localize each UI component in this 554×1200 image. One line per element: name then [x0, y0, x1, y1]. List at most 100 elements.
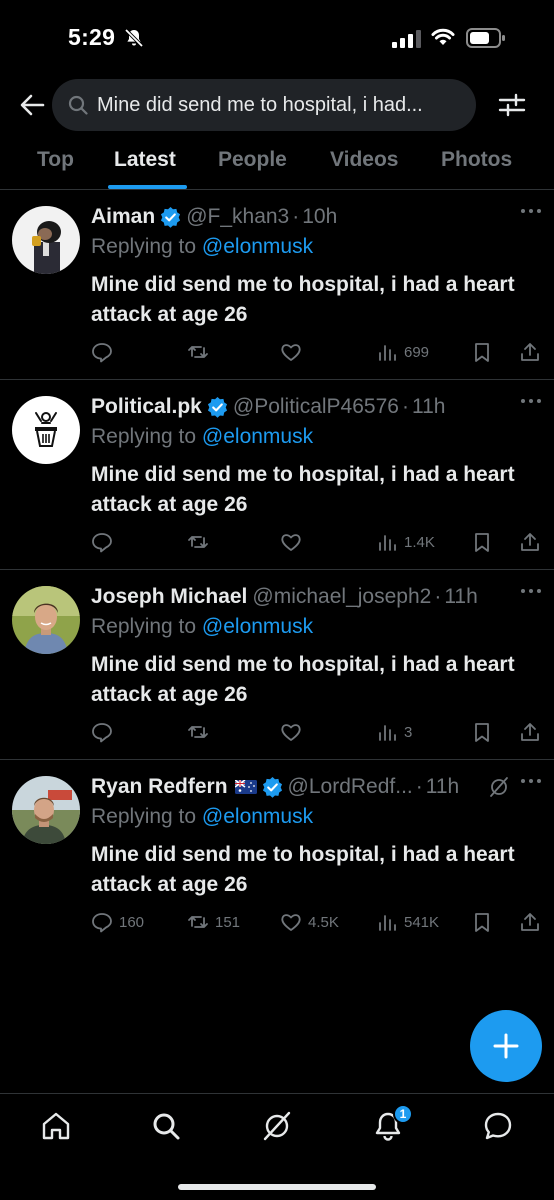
tweet[interactable]: Political.pk @PoliticalP46576 · 11h Repl… — [0, 380, 554, 570]
filter-sliders-icon[interactable] — [498, 92, 526, 118]
author-name[interactable]: Aiman — [91, 205, 155, 229]
replying-to-mention[interactable]: @elonmusk — [202, 235, 313, 258]
more-options-icon[interactable] — [519, 776, 543, 786]
avatar[interactable] — [12, 776, 80, 844]
battery-icon — [466, 28, 505, 48]
retweet-button[interactable] — [187, 340, 215, 364]
tweet-actions: 1.4K — [0, 530, 554, 556]
views-button[interactable]: 3 — [376, 720, 412, 744]
replying-to-mention[interactable]: @elonmusk — [202, 805, 313, 828]
bookmark-button[interactable] — [471, 720, 493, 744]
bookmark-button[interactable] — [471, 910, 493, 934]
heart-icon — [281, 344, 301, 361]
replying-to-mention[interactable]: @elonmusk — [202, 425, 313, 448]
bookmark-button[interactable] — [471, 340, 493, 364]
notification-badge: 1 — [393, 1104, 413, 1124]
tweet-text: Mine did send me to hospital, i had a he… — [91, 653, 515, 706]
reply-button[interactable] — [91, 720, 119, 744]
author-handle[interactable]: @michael_joseph2 — [252, 585, 431, 609]
views-chart-icon — [379, 725, 396, 741]
author-name[interactable]: Political.pk — [91, 395, 202, 419]
view-count: 1.4K — [404, 533, 435, 551]
reply-icon — [92, 533, 112, 553]
share-icon — [521, 913, 539, 931]
retweet-button[interactable] — [187, 720, 215, 744]
bookmark-button[interactable] — [471, 530, 493, 554]
retweet-button[interactable]: 151 — [187, 910, 240, 934]
share-icon — [521, 723, 539, 741]
reply-icon — [92, 343, 112, 363]
like-count: 4.5K — [308, 913, 339, 931]
author-name[interactable]: Ryan Redfern — [91, 775, 228, 799]
home-icon[interactable] — [40, 1110, 72, 1142]
tab-latest[interactable]: Latest — [114, 148, 176, 172]
tweet-time[interactable]: 11h — [412, 395, 445, 419]
tweet-time[interactable]: 11h — [426, 775, 459, 799]
share-button[interactable] — [519, 530, 541, 554]
search-input[interactable]: Mine did send me to hospital, i had... — [52, 79, 476, 131]
replying-to: Replying to @elonmusk — [91, 425, 313, 449]
like-button[interactable]: 4.5K — [280, 910, 339, 934]
replying-to-label: Replying to — [91, 805, 197, 828]
more-options-icon[interactable] — [519, 586, 543, 596]
replying-to: Replying to @elonmusk — [91, 805, 313, 829]
share-button[interactable] — [519, 910, 541, 934]
more-options-icon[interactable] — [519, 206, 543, 216]
views-button[interactable]: 699 — [376, 340, 429, 364]
tweet-time[interactable]: 10h — [302, 205, 337, 229]
replying-to: Replying to @elonmusk — [91, 235, 313, 259]
author-handle[interactable]: @F_khan3 — [186, 205, 289, 229]
like-button[interactable] — [280, 340, 308, 364]
share-button[interactable] — [519, 720, 541, 744]
views-button[interactable]: 1.4K — [376, 530, 435, 554]
bookmark-icon — [475, 343, 489, 362]
views-chart-icon — [379, 535, 396, 551]
author-handle[interactable]: @PoliticalP46576 — [233, 395, 399, 419]
reply-button[interactable] — [91, 530, 119, 554]
search-icon[interactable] — [150, 1110, 182, 1142]
cellular-signal-icon — [392, 30, 421, 48]
wifi-icon — [431, 28, 455, 45]
reply-button[interactable] — [91, 340, 119, 364]
compose-button[interactable] — [470, 1010, 542, 1082]
view-count: 541K — [404, 913, 440, 931]
retweet-button[interactable] — [187, 530, 215, 554]
separator-dot: · — [415, 775, 423, 798]
tab-videos[interactable]: Videos — [330, 148, 398, 172]
plus-icon — [493, 1033, 519, 1059]
grok-icon[interactable] — [261, 1110, 293, 1142]
avatar[interactable] — [12, 586, 80, 654]
status-time: 5:29 — [68, 24, 116, 50]
separator-dot: · — [401, 395, 409, 418]
share-button[interactable] — [519, 340, 541, 364]
tab-people[interactable]: People — [218, 148, 287, 172]
tweet-time[interactable]: 11h — [444, 585, 477, 609]
author-handle[interactable]: @LordRedf... — [288, 775, 413, 799]
tweet-text: Mine did send me to hospital, i had a he… — [91, 463, 515, 516]
views-chart-icon — [379, 345, 396, 361]
share-icon — [521, 343, 539, 361]
back-arrow-icon[interactable] — [18, 92, 46, 118]
tweet[interactable]: Ryan Redfern @LordRedf... · 11h Replying… — [0, 760, 554, 950]
grok-icon[interactable] — [488, 776, 510, 798]
messages-icon[interactable] — [482, 1110, 514, 1142]
avatar[interactable] — [12, 396, 80, 464]
tweet[interactable]: Aiman @F_khan3 · 10h Replying to @elonmu… — [0, 190, 554, 380]
avatar[interactable] — [12, 206, 80, 274]
author-name[interactable]: Joseph Michael — [91, 585, 247, 609]
reply-button[interactable]: 160 — [91, 910, 144, 934]
views-button[interactable]: 541K — [376, 910, 439, 934]
reply-icon — [92, 723, 112, 743]
tweet[interactable]: Joseph Michael @michael_joseph2 · 11h Re… — [0, 570, 554, 760]
like-button[interactable] — [280, 530, 308, 554]
reply-icon — [92, 913, 112, 933]
tab-top[interactable]: Top — [37, 148, 74, 172]
like-button[interactable] — [280, 720, 308, 744]
replying-to-mention[interactable]: @elonmusk — [202, 615, 313, 638]
bookmark-icon — [475, 533, 489, 552]
more-options-icon[interactable] — [519, 396, 543, 406]
status-bar: 5:29 — [0, 0, 554, 70]
bookmark-icon — [475, 723, 489, 742]
tab-photos[interactable]: Photos — [441, 148, 512, 172]
replying-to-label: Replying to — [91, 425, 197, 448]
